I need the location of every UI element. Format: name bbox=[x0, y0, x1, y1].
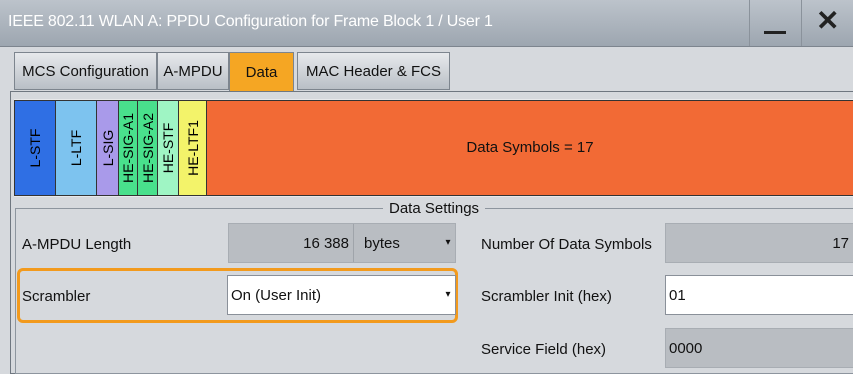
num-data-symbols-field: 17 bbox=[665, 223, 853, 263]
chevron-down-icon[interactable]: ▾ bbox=[443, 276, 453, 314]
scrambler-value: On (User Init) bbox=[231, 287, 322, 304]
num-data-symbols-value: 17 bbox=[832, 235, 849, 252]
ppdu-field-l-stf: L-STF bbox=[14, 100, 56, 196]
tab-data[interactable]: Data bbox=[229, 52, 294, 92]
tab-a-mpdu[interactable]: A-MPDU bbox=[157, 52, 229, 90]
ppdu-field-label: L-STF bbox=[27, 128, 43, 168]
num-data-symbols-label: Number Of Data Symbols bbox=[481, 236, 652, 253]
title-bar: IEEE 802.11 WLAN A: PPDU Configuration f… bbox=[0, 0, 853, 47]
minimize-icon bbox=[764, 31, 786, 34]
ppdu-field-label: HE-LTF1 bbox=[184, 120, 201, 176]
ppdu-field-he-sig-a1: HE-SIG-A1 bbox=[118, 100, 138, 196]
scrambler-label: Scrambler bbox=[22, 288, 91, 305]
ppdu-field-label: HE-STF bbox=[160, 122, 176, 174]
service-field-input: 0000 bbox=[665, 328, 853, 368]
window-title: IEEE 802.11 WLAN A: PPDU Configuration f… bbox=[8, 13, 493, 30]
tab-mcs-configuration[interactable]: MCS Configuration bbox=[14, 52, 157, 90]
ppdu-field-data-symbols: Data Symbols = 17 bbox=[206, 100, 853, 196]
ppdu-field-label: HE-SIG-A2 bbox=[139, 112, 156, 184]
ppdu-field-label: L-SIG bbox=[99, 129, 116, 167]
ampdu-length-label: A-MPDU Length bbox=[22, 236, 132, 253]
data-settings-legend: Data Settings bbox=[383, 200, 486, 217]
ppdu-field-label: HE-SIG-A1 bbox=[120, 112, 136, 184]
ppdu-field-he-stf: HE-STF bbox=[157, 100, 179, 196]
ppdu-field-he-ltf1: HE-LTF1 bbox=[178, 100, 207, 196]
ppdu-field-he-sig-a2: HE-SIG-A2 bbox=[137, 100, 158, 196]
ppdu-field-l-ltf: L-LTF bbox=[55, 100, 97, 196]
scrambler-init-value: 01 bbox=[669, 287, 686, 304]
unit-divider bbox=[353, 224, 354, 262]
close-icon: ✕ bbox=[816, 5, 840, 36]
ampdu-length-unit[interactable]: bytes bbox=[364, 235, 400, 252]
tab-mac-header-fcs[interactable]: MAC Header & FCS bbox=[297, 52, 450, 90]
ppdu-field-l-sig: L-SIG bbox=[96, 100, 119, 196]
ampdu-length-value: 16 388 bbox=[303, 235, 349, 252]
service-field-label: Service Field (hex) bbox=[481, 341, 607, 358]
chevron-down-icon[interactable]: ▾ bbox=[443, 224, 453, 262]
data-symbols-label: Data Symbols = 17 bbox=[466, 139, 594, 156]
service-field-value: 0000 bbox=[669, 340, 703, 357]
minimize-button[interactable] bbox=[749, 0, 802, 46]
scrambler-init-label: Scrambler Init (hex) bbox=[481, 288, 612, 305]
close-button[interactable]: ✕ bbox=[801, 0, 853, 46]
scrambler-init-input[interactable]: 01 bbox=[665, 275, 853, 315]
ppdu-field-label: L-LTF bbox=[68, 129, 84, 167]
ampdu-length-field: 16 388 bytes ▾ bbox=[228, 223, 456, 263]
ppdu-config-window: IEEE 802.11 WLAN A: PPDU Configuration f… bbox=[0, 0, 853, 374]
scrambler-select[interactable]: On (User Init) ▾ bbox=[227, 275, 456, 315]
